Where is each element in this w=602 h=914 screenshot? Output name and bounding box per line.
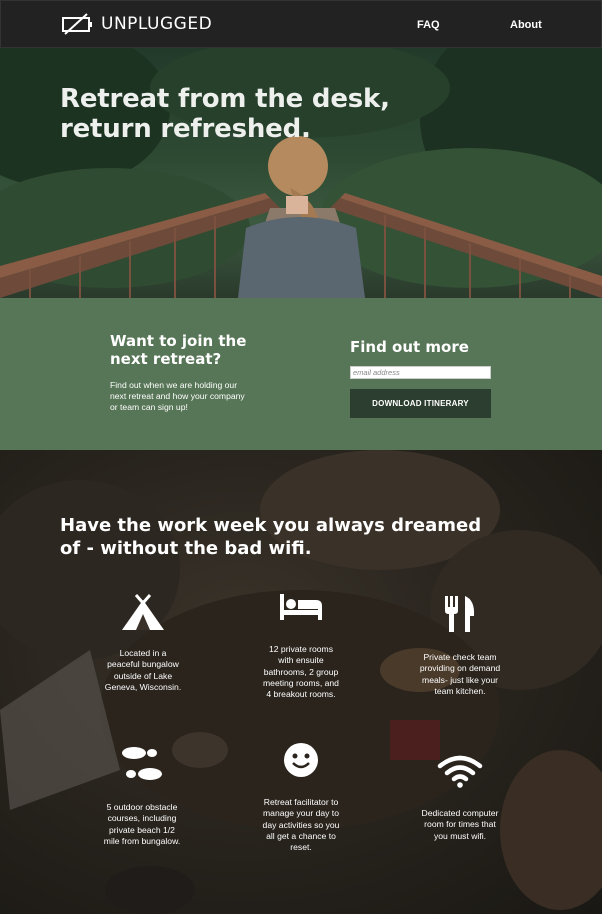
battery-off-icon: [62, 13, 92, 35]
brand-logo[interactable]: UNPLUGGED: [61, 13, 212, 35]
feature-text: Private check team providing on demand m…: [419, 652, 501, 696]
hero-banner: Retreat from the desk, return refreshed.: [0, 48, 602, 298]
bed-icon: [280, 594, 322, 620]
nav-about-link[interactable]: About: [510, 19, 542, 31]
signup-title: Want to join the next retreat?: [110, 332, 247, 368]
feature-item-wifi: Dedicated computer room for times that y…: [410, 754, 510, 842]
feature-text: Dedicated computer room for times that y…: [421, 808, 499, 841]
feature-item-outdoor: 5 outdoor obstacle courses, including pr…: [92, 746, 192, 847]
email-input[interactable]: [350, 366, 491, 379]
feature-text: 5 outdoor obstacle courses, including pr…: [103, 802, 181, 846]
site-header: UNPLUGGED FAQ About: [0, 0, 602, 48]
download-itinerary-button[interactable]: DOWNLOAD ITINERARY: [350, 389, 491, 418]
features-title: Have the work week you always dreamed of…: [60, 515, 482, 559]
feature-text: Retreat facilitator to manage your day t…: [262, 797, 340, 853]
find-out-more-title: Find out more: [350, 338, 469, 356]
feature-item-facilitator: Retreat facilitator to manage your day t…: [251, 742, 351, 853]
feature-item-meals: Private check team providing on demand m…: [410, 596, 510, 697]
tent-icon: [122, 594, 164, 630]
hero-headline: Retreat from the desk, return refreshed.: [60, 84, 390, 144]
brand-name: UNPLUGGED: [101, 14, 213, 34]
nav-faq-link[interactable]: FAQ: [417, 19, 440, 31]
smile-icon: [284, 743, 318, 777]
utensils-icon: [445, 596, 475, 632]
wifi-icon: [437, 755, 483, 788]
feature-text: 12 private rooms with ensuite bathrooms,…: [263, 644, 339, 700]
features-section: Have the work week you always dreamed of…: [0, 450, 602, 914]
footprints-icon: [122, 747, 162, 780]
feature-text: Located in a peaceful bungalow outside o…: [104, 648, 182, 692]
signup-section: Want to join the next retreat? Find out …: [0, 298, 602, 450]
feature-item-rooms: 12 private rooms with ensuite bathrooms,…: [251, 592, 351, 700]
feature-item-location: Located in a peaceful bungalow outside o…: [93, 594, 193, 693]
signup-description: Find out when we are holding our next re…: [110, 380, 245, 412]
